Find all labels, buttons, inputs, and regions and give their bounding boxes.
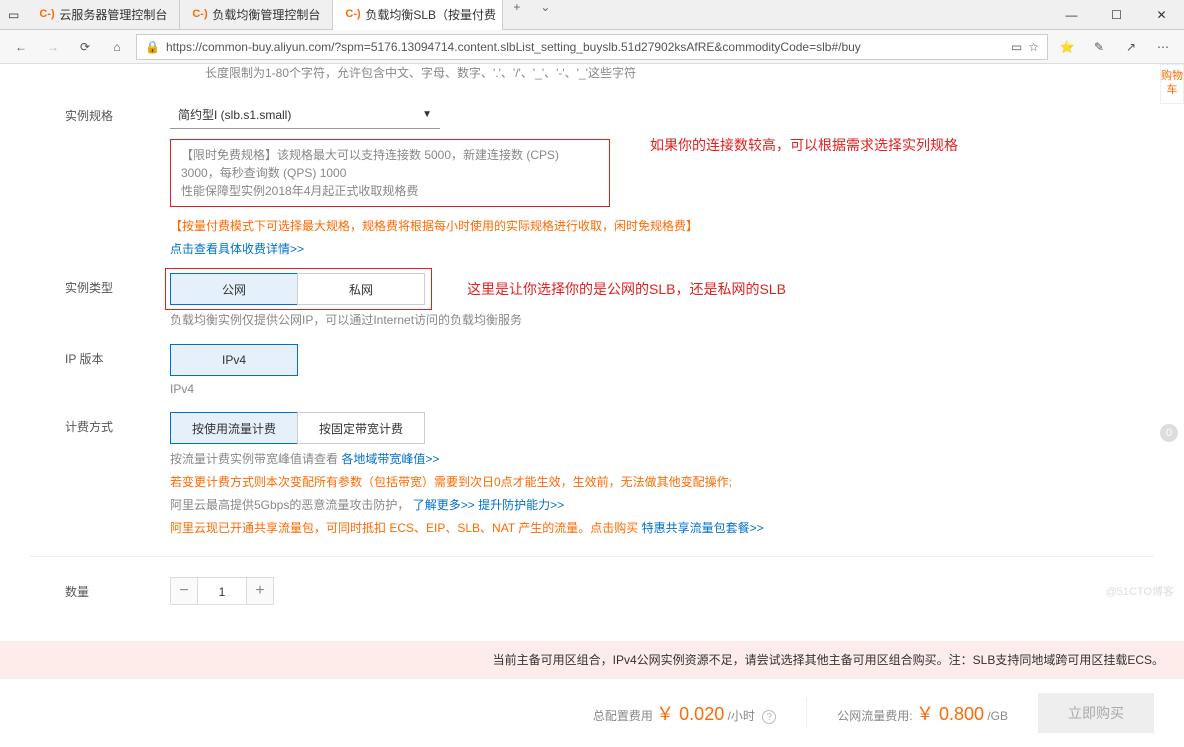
- cart-sidebar[interactable]: 购物车: [1160, 64, 1184, 104]
- page-content: 购物车 0 长度限制为1-80个字符，允许包含中文、字母、数字、'.'、'/'、…: [0, 64, 1184, 641]
- share-icon[interactable]: ↗: [1118, 34, 1144, 60]
- config-price: ￥ 0.020: [656, 704, 724, 724]
- upgrade-protection-link[interactable]: 提升防护能力>>: [478, 498, 564, 512]
- type-label: 实例类型: [30, 273, 170, 296]
- learn-more-link[interactable]: 了解更多>>: [413, 498, 475, 512]
- tabs: ▭ C-) 云服务器管理控制台 C-) 负载均衡管理控制台 C-) 负载均衡SL…: [0, 0, 560, 30]
- ip-label: IP 版本: [30, 344, 170, 367]
- spec-info-box: 【限时免费规格】该规格最大可以支持连接数 5000，新建连接数 (CPS) 30…: [170, 139, 610, 207]
- billing-label: 计费方式: [30, 412, 170, 435]
- spec-note: 【按量付费模式下可选择最大规格，规格费将根据每小时使用的实际规格进行收取，闲时免…: [170, 217, 1154, 234]
- type-annotation: 这里是让你选择你的是公网的SLB，还是私网的SLB: [467, 273, 786, 299]
- back-button[interactable]: ←: [8, 34, 34, 60]
- tab-1[interactable]: C-) 负载均衡管理控制台: [180, 0, 333, 30]
- billing-hint3: 阿里云最高提供5Gbps的恶意流量攻击防护， 了解更多>> 提升防护能力>>: [170, 496, 1154, 513]
- tab-2[interactable]: C-) 负载均衡SLB（按量付费 ×: [333, 0, 503, 30]
- footer-bar: 总配置费用 ￥ 0.020 /小时 ? 公网流量费用: ￥ 0.800 /GB …: [0, 678, 1184, 747]
- config-price-unit: /小时: [728, 709, 755, 723]
- billing-hint1: 按流量计费实例带宽峰值请查看 各地域带宽峰值>>: [170, 450, 1154, 467]
- ipv4-button[interactable]: IPv4: [170, 344, 298, 376]
- url-bar[interactable]: 🔒 https://common-buy.aliyun.com/?spm=517…: [136, 34, 1048, 60]
- badge-count: 0: [1160, 424, 1178, 442]
- qty-value[interactable]: 1: [198, 577, 246, 605]
- help-icon[interactable]: ?: [762, 710, 776, 724]
- home-button[interactable]: ⌂: [104, 34, 130, 60]
- lock-icon: 🔒: [145, 40, 160, 54]
- tab-label: 负载均衡管理控制台: [212, 6, 320, 23]
- bandwidth-peak-link[interactable]: 各地域带宽峰值>>: [341, 452, 439, 466]
- tab-label: 云服务器管理控制台: [59, 6, 167, 23]
- traffic-price-block: 公网流量费用: ￥ 0.800 /GB: [837, 700, 1008, 726]
- reader-icon[interactable]: ▭: [1011, 40, 1022, 54]
- window-controls: — ☐ ✕: [1049, 0, 1184, 30]
- shared-traffic-link[interactable]: 特惠共享流量包套餐>>: [642, 521, 764, 535]
- quantity-label: 数量: [30, 577, 170, 600]
- billing-bandwidth-button[interactable]: 按固定带宽计费: [297, 412, 425, 444]
- nav-bar: ← → ⟳ ⌂ 🔒 https://common-buy.aliyun.com/…: [0, 30, 1184, 64]
- qty-plus-button[interactable]: +: [246, 577, 274, 605]
- app-icon: ▭: [0, 0, 27, 30]
- type-public-button[interactable]: 公网: [170, 273, 298, 305]
- name-hint: 长度限制为1-80个字符，允许包含中文、字母、数字、'.'、'/'、'_'、'-…: [30, 64, 1154, 81]
- new-tab-button[interactable]: +: [503, 0, 530, 30]
- traffic-price-unit: /GB: [987, 709, 1008, 723]
- forward-button[interactable]: →: [40, 34, 66, 60]
- warning-strip: 当前主备可用区组合，IPv4公网实例资源不足，请尝试选择其他主备可用区组合购买。…: [0, 641, 1184, 678]
- ip-toggle-group: IPv4: [170, 344, 1154, 376]
- traffic-price-label: 公网流量费用:: [837, 709, 912, 723]
- type-hint: 负载均衡实例仅提供公网IP，可以通过Internet访问的负载均衡服务: [170, 311, 1154, 328]
- tab-label: 负载均衡SLB（按量付费: [365, 6, 496, 23]
- type-private-button[interactable]: 私网: [297, 273, 425, 305]
- billing-toggle-group: 按使用流量计费 按固定带宽计费: [170, 412, 1154, 444]
- spec-label: 实例规格: [30, 101, 170, 124]
- billing-hint4: 阿里云现已开通共享流量包，可同时抵扣 ECS、EIP、SLB、NAT 产生的流量…: [170, 519, 1154, 536]
- spec-selected: 简约型I (slb.s1.small): [178, 106, 291, 123]
- aliyun-icon: C-): [39, 8, 53, 22]
- spec-dropdown[interactable]: 简约型I (slb.s1.small) ▼: [170, 101, 440, 129]
- qty-minus-button[interactable]: −: [170, 577, 198, 605]
- more-icon[interactable]: ⋯: [1150, 34, 1176, 60]
- divider: [806, 698, 807, 728]
- refresh-button[interactable]: ⟳: [72, 34, 98, 60]
- star-icon[interactable]: ☆: [1028, 40, 1039, 54]
- favorites-icon[interactable]: ⭐: [1054, 34, 1080, 60]
- quantity-stepper: − 1 +: [170, 577, 1154, 605]
- config-price-block: 总配置费用 ￥ 0.020 /小时 ?: [593, 700, 776, 726]
- watermark: @51CTO博客: [1106, 583, 1174, 599]
- spec-annotation: 如果你的连接数较高，可以根据需求选择实列规格: [650, 129, 958, 155]
- spec-box-line2: 性能保障型实例2018年4月起正式收取规格费: [181, 182, 599, 200]
- aliyun-icon: C-): [192, 8, 206, 22]
- config-price-label: 总配置费用: [593, 709, 653, 723]
- chevron-down-icon: ▼: [422, 109, 432, 120]
- notes-icon[interactable]: ✎: [1086, 34, 1112, 60]
- url-text: https://common-buy.aliyun.com/?spm=5176.…: [166, 40, 1005, 54]
- type-toggle-group: 公网 私网: [170, 273, 427, 305]
- spec-box-line1: 【限时免费规格】该规格最大可以支持连接数 5000，新建连接数 (CPS) 30…: [181, 146, 599, 182]
- traffic-price: ￥ 0.800: [916, 704, 984, 724]
- browser-tab-bar: ▭ C-) 云服务器管理控制台 C-) 负载均衡管理控制台 C-) 负载均衡SL…: [0, 0, 1184, 30]
- minimize-button[interactable]: —: [1049, 0, 1094, 30]
- tab-0[interactable]: C-) 云服务器管理控制台: [27, 0, 180, 30]
- buy-button[interactable]: 立即购买: [1038, 693, 1154, 733]
- aliyun-icon: C-): [345, 8, 359, 22]
- billing-traffic-button[interactable]: 按使用流量计费: [170, 412, 298, 444]
- maximize-button[interactable]: ☐: [1094, 0, 1139, 30]
- close-button[interactable]: ✕: [1139, 0, 1184, 30]
- tab-overflow-icon[interactable]: ⌄: [530, 0, 560, 30]
- spec-detail-link[interactable]: 点击查看具体收费详情>>: [170, 240, 1154, 257]
- ip-hint: IPv4: [170, 382, 1154, 396]
- billing-hint2: 若变更计费方式则本次变配所有参数（包括带宽）需要到次日0点才能生效，生效前，无法…: [170, 473, 1154, 490]
